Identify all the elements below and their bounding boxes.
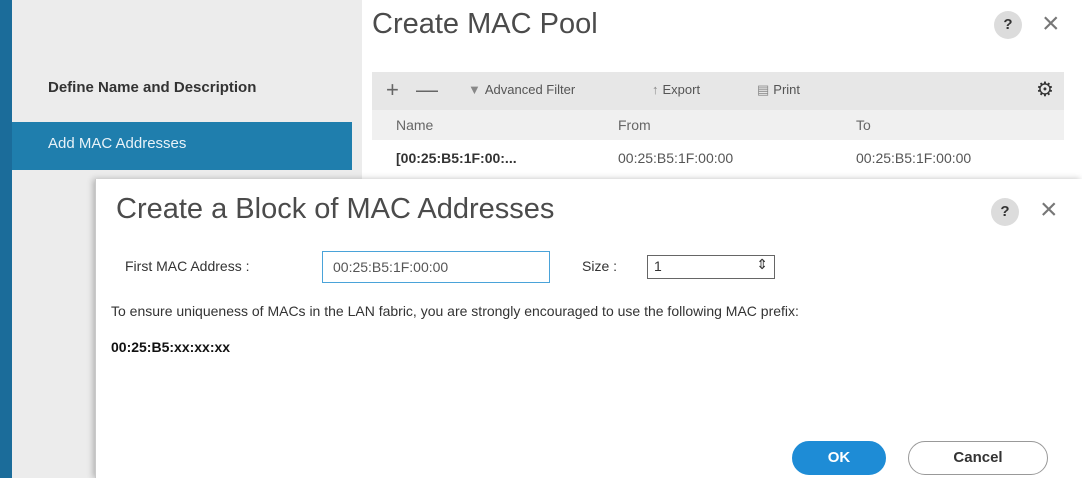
dialog-title: Create a Block of MAC Addresses (116, 193, 555, 225)
column-header-to[interactable]: To (856, 117, 871, 133)
remove-button[interactable]: — (416, 77, 438, 103)
create-mac-block-dialog: Create a Block of MAC Addresses ? × Firs… (95, 179, 1082, 478)
help-icon[interactable]: ? (991, 198, 1019, 226)
column-header-name[interactable]: Name (396, 117, 433, 133)
filter-icon: ▼ (468, 82, 481, 97)
size-value: 1 (654, 258, 662, 274)
wizard-step-label: Add MAC Addresses (48, 135, 187, 152)
print-button[interactable]: ▤ Print (757, 82, 800, 98)
cell-name: [00:25:B5:1F:00:... (396, 150, 517, 166)
wizard-step-define-name[interactable]: Define Name and Description (12, 62, 352, 112)
advanced-filter-button[interactable]: ▼ Advanced Filter (468, 82, 575, 97)
cancel-button[interactable]: Cancel (908, 441, 1048, 475)
export-button[interactable]: ↑ Export (652, 82, 700, 97)
export-icon: ↑ (652, 82, 659, 97)
print-icon: ▤ (757, 82, 770, 97)
table-row[interactable]: [00:25:B5:1F:00:... 00:25:B5:1F:00:00 00… (372, 140, 1064, 176)
wizard-step-label: Define Name and Description (48, 79, 257, 96)
export-label: Export (662, 82, 701, 97)
first-mac-address-input[interactable] (322, 251, 550, 283)
help-icon[interactable]: ? (994, 11, 1022, 39)
cell-to: 00:25:B5:1F:00:00 (856, 150, 972, 166)
print-label: Print (773, 82, 801, 97)
size-stepper[interactable]: 1 ⇕ (647, 255, 775, 279)
table-toolbar: + — ▼ Advanced Filter ↑ Export ▤ Print ⚙ (372, 72, 1064, 110)
gear-icon[interactable]: ⚙ (1036, 77, 1054, 102)
table-header: Name From To (372, 110, 1064, 140)
add-button[interactable]: + (386, 77, 399, 103)
close-icon[interactable]: × (1042, 9, 1060, 39)
page-title: Create MAC Pool (372, 8, 598, 40)
size-label: Size : (582, 258, 618, 274)
wizard-edge-bar (0, 0, 12, 478)
column-header-from[interactable]: From (618, 117, 651, 133)
first-mac-label: First MAC Address : (125, 258, 250, 274)
cell-from: 00:25:B5:1F:00:00 (618, 150, 734, 166)
advanced-filter-label: Advanced Filter (484, 82, 576, 97)
spinner-arrows-icon[interactable]: ⇕ (756, 256, 768, 273)
mac-prefix: 00:25:B5:xx:xx:xx (111, 339, 231, 355)
ok-button[interactable]: OK (792, 441, 886, 475)
close-icon[interactable]: × (1040, 195, 1058, 225)
wizard-step-add-mac-addresses[interactable]: Add MAC Addresses (12, 122, 352, 170)
mac-prefix-hint: To ensure uniqueness of MACs in the LAN … (111, 303, 799, 319)
